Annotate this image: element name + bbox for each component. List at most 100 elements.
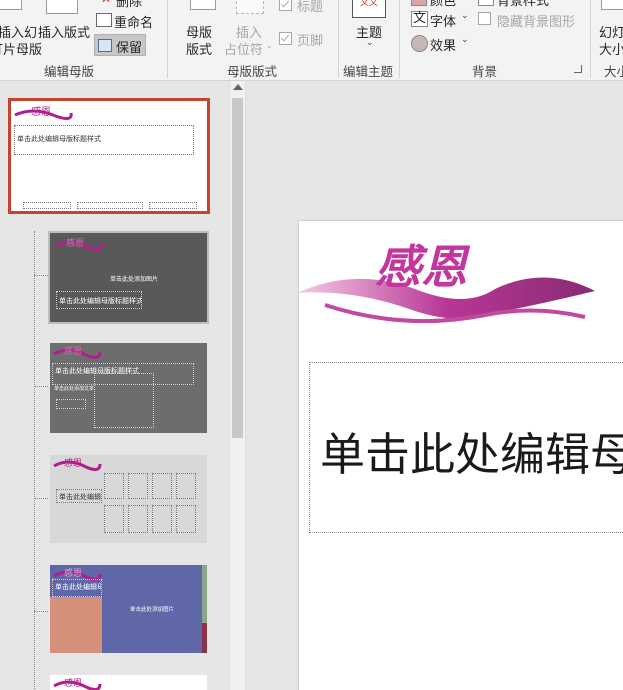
slide-master-thumbnail[interactable]: 感恩 单击此处编辑母版标题样式 [8, 98, 210, 214]
slide-size-label-2[interactable]: 大小 [599, 39, 623, 58]
master-layout-label-2[interactable]: 版式 [186, 39, 212, 58]
logo-text: 感恩 [375, 240, 471, 294]
thumb-content-placeholder [94, 373, 154, 428]
thumb-title-placeholder: 单击此处编辑母版标题样式 [52, 579, 102, 597]
colors-icon[interactable] [411, 0, 427, 6]
background-dialog-launcher[interactable] [574, 65, 582, 73]
edit-theme-group-label: 编辑主题 [343, 64, 394, 79]
chevron-down-icon: ⌄ [266, 41, 273, 50]
effects-button[interactable]: 效果 [430, 35, 456, 54]
logo-image: 感恩 [53, 345, 102, 359]
thumb-grid-cell [152, 505, 172, 533]
svg-text:感恩: 感恩 [31, 105, 51, 118]
insert-layout-icon[interactable] [46, 0, 78, 14]
thumb-title-placeholder: 单击此处编辑母版标题样式 [14, 125, 194, 155]
preserve-label: 保留 [116, 41, 143, 56]
thumb-center-text: 单击此处添加图片 [130, 607, 175, 613]
svg-text:感恩: 感恩 [64, 345, 82, 357]
effects-icon[interactable] [411, 35, 428, 52]
layout-thumbnail[interactable]: 感恩 单击此处编辑标题 [50, 455, 207, 543]
insert-layout-button[interactable]: 插入版式 [38, 22, 90, 41]
edit-master-group-label: 编辑母版 [44, 64, 95, 79]
slide-size-icon[interactable] [601, 0, 623, 10]
thumb-footer-placeholder [77, 202, 143, 209]
slide-editing-area: 感恩 单击此处编辑母版标题样式 [247, 81, 623, 690]
logo-image: 感恩 [14, 105, 73, 120]
thumb-title-placeholder: 单击此处编辑标题 [56, 489, 102, 503]
hide-background-label: 隐藏背景图形 [497, 15, 576, 30]
group-separator [399, 0, 400, 78]
thumb-grid-cell [128, 505, 148, 533]
thumb-grid-cell [152, 473, 172, 499]
svg-text:感恩: 感恩 [66, 237, 84, 249]
logo-image: 感恩 [53, 677, 102, 690]
title-placeholder-text[interactable]: 单击此处编辑母版标题样式 [320, 418, 623, 483]
master-layout-icon[interactable] [190, 0, 216, 10]
layout-thumbnail[interactable]: 感恩 [50, 675, 207, 690]
footer-checkbox [279, 32, 292, 45]
svg-text:感恩: 感恩 [64, 677, 82, 689]
thumb-grid-cell [128, 473, 148, 499]
chevron-down-icon: ⌄ [461, 35, 469, 45]
size-group-label: 大小 [604, 64, 623, 79]
fonts-button[interactable]: 字体 [430, 11, 456, 30]
layout-connector [34, 231, 35, 690]
logo-image: 感恩 [53, 457, 102, 471]
svg-text:感恩: 感恩 [64, 457, 82, 469]
layout-connector [34, 611, 48, 612]
thumb-footer-placeholder [149, 202, 197, 209]
insert-slide-master-icon[interactable] [0, 0, 22, 10]
group-separator [590, 0, 591, 78]
thumb-title-text: 单击此处编辑标题 [59, 493, 101, 501]
hide-background-checkbox[interactable] [478, 12, 491, 25]
master-layout-group-label: 母版版式 [227, 64, 278, 79]
insert-placeholder-label-2: 占位符 [224, 43, 264, 58]
title-checkbox [279, 0, 292, 11]
logo-image: 感恩 [55, 237, 104, 251]
slide-canvas[interactable]: 感恩 单击此处编辑母版标题样式 [297, 221, 623, 690]
layout-thumbnail[interactable]: 感恩 单击此处编辑母版标题样式 单击此处添加文本 [50, 343, 207, 433]
layout-connector [34, 275, 48, 276]
layout-connector [34, 498, 48, 499]
themes-icon[interactable]: 文文 [352, 0, 386, 18]
insert-placeholder-icon [236, 0, 264, 14]
title-placeholder[interactable]: 单击此处编辑母版标题样式 [309, 362, 623, 533]
preserve-icon [98, 39, 112, 52]
thumb-title-text: 单击此处编辑母版标题样式 [59, 297, 142, 305]
thumb-text-placeholder [56, 399, 86, 409]
layout-thumbnail[interactable]: 感恩 单击此处编辑母版标题样式 单击此处添加图片 [50, 565, 207, 653]
group-separator [167, 0, 168, 78]
group-separator [338, 0, 339, 78]
background-styles-icon[interactable] [478, 0, 494, 6]
background-group-label: 背景 [472, 64, 498, 79]
scroll-thumb[interactable] [232, 98, 243, 438]
delete-button[interactable]: 删除 [116, 0, 142, 10]
thumb-subtitle: 单击此处添加文本 [54, 386, 95, 392]
layout-thumbnail[interactable]: 感恩 单击此处添加图片 单击此处编辑母版标题样式 [48, 231, 209, 324]
thumb-title-text: 单击此处编辑母版标题样式 [55, 583, 101, 591]
thumb-left-panel [50, 597, 102, 653]
ribbon: 插入幻 灯片母版 插入版式 ✕ 删除 重命名 保留 编辑母版 母版 版式 插入 … [0, 0, 623, 81]
delete-icon[interactable]: ✕ [101, 0, 111, 6]
thumbnail-scrollbar[interactable] [229, 81, 246, 690]
thumb-grid-cell [176, 505, 196, 533]
thumb-center-text: 单击此处添加图片 [110, 276, 159, 283]
colors-button[interactable]: 颜色 [430, 0, 456, 9]
layout-connector [34, 386, 48, 387]
thumb-footer-placeholder [23, 202, 71, 209]
svg-text:感恩: 感恩 [64, 567, 82, 579]
scroll-up-arrow-icon[interactable] [233, 84, 243, 90]
title-checkbox-label: 标题 [297, 0, 324, 15]
insert-slide-master-label-2[interactable]: 灯片母版 [0, 39, 42, 58]
chevron-down-icon: ⌄ [366, 38, 374, 48]
logo-image: 感恩 [297, 240, 595, 324]
thumbnail-pane: 感恩 单击此处编辑母版标题样式 感恩 单击此处添加图片 单击此处编辑母版标题样式… [0, 81, 229, 690]
background-styles-button[interactable]: 背景样式 [497, 0, 549, 9]
rename-icon[interactable] [96, 13, 112, 27]
fonts-icon[interactable]: 文 [411, 11, 429, 27]
thumb-grid-cell [104, 473, 124, 499]
rename-button[interactable]: 重命名 [114, 12, 153, 31]
thumb-right-strip-accent [202, 623, 207, 653]
thumb-grid-cell [104, 505, 124, 533]
thumb-title-placeholder: 单击此处编辑母版标题样式 [56, 291, 142, 309]
